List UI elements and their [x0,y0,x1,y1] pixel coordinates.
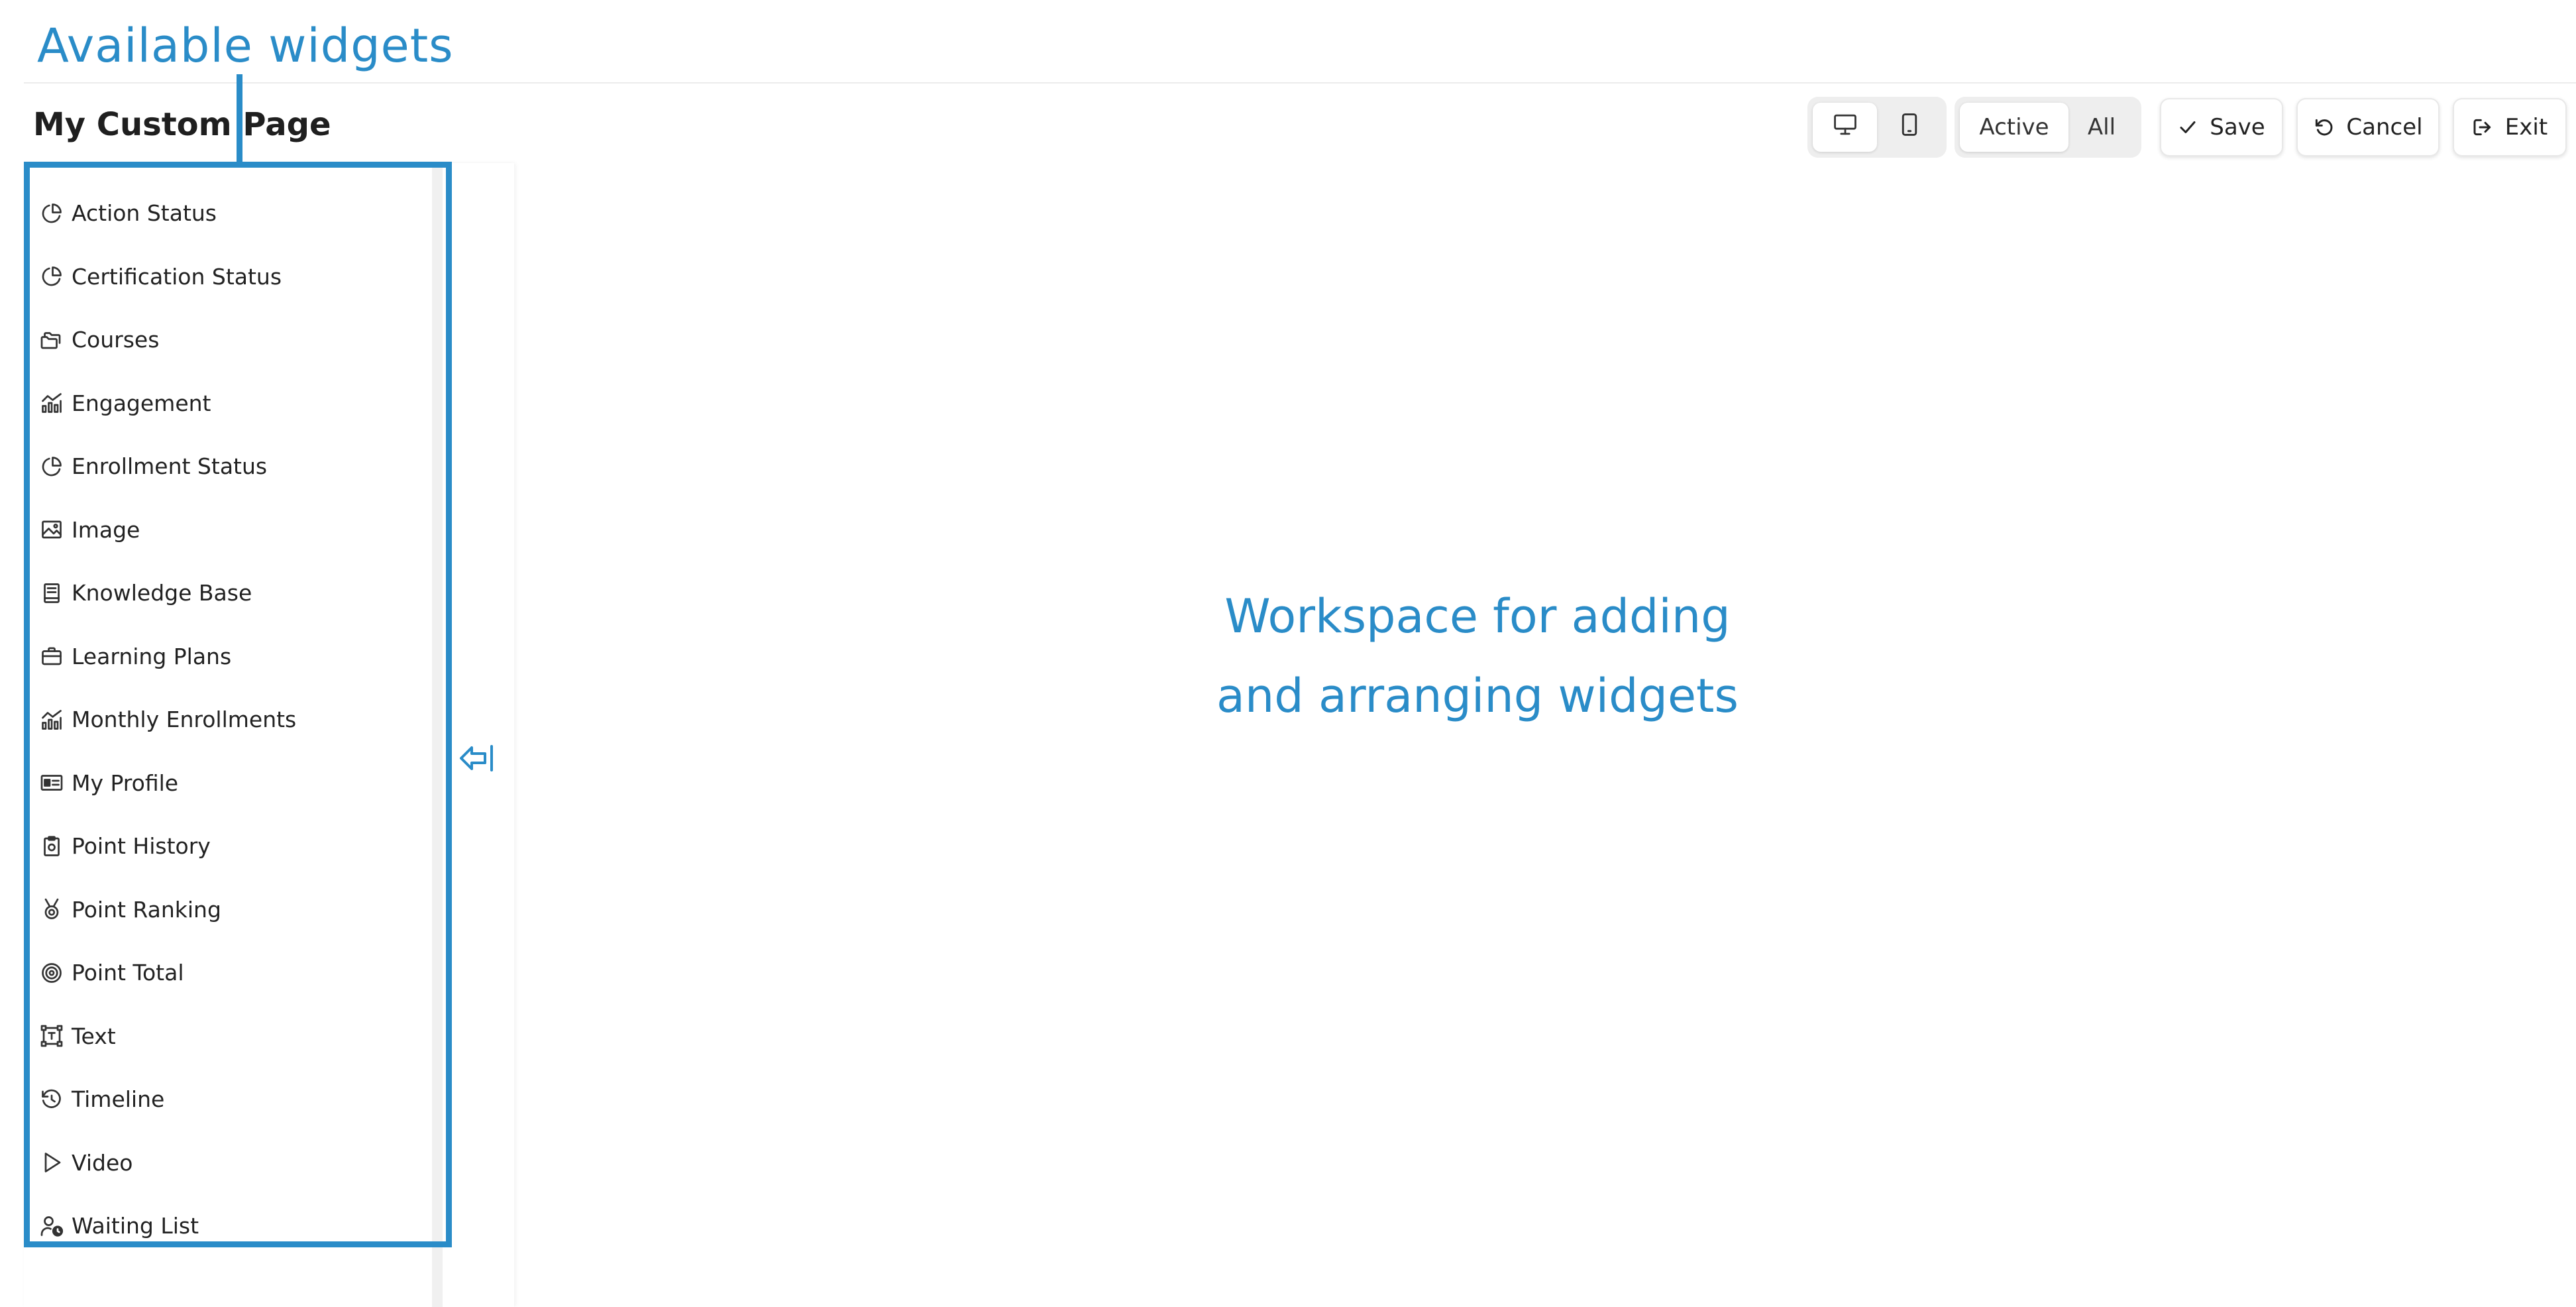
mobile-icon [1901,113,1918,142]
view-mode-toggle [1807,97,1947,158]
check-icon [2180,121,2196,133]
desktop-icon [1833,113,1858,142]
widget-filter-toggle: Active All [1955,97,2141,158]
workspace-annotation-line-1: Workspace for adding [1224,589,1731,644]
available-widgets-highlight-frame [24,162,452,1247]
workspace-annotation-line-2: and arranging widgets [1216,669,1739,723]
collapse-arrow-icon [460,745,493,771]
cancel-button[interactable]: Cancel [2296,98,2440,156]
exit-button[interactable]: Exit [2453,98,2567,156]
desktop-view-button[interactable] [1813,103,1877,152]
exit-label: Exit [2504,114,2548,141]
workspace-annotation: Workspace for adding and arranging widge… [1126,577,1829,736]
editor-toolbar: Active All Save Cancel Exit [1807,97,2567,158]
mobile-view-button[interactable] [1877,103,1941,152]
header-divider [24,82,2576,84]
filter-all-button[interactable]: All [2068,103,2135,152]
page-title: My Custom Page [33,106,331,143]
cancel-label: Cancel [2346,114,2423,141]
exit-icon [2473,119,2491,136]
filter-active-button[interactable]: Active [1960,103,2068,152]
save-button[interactable]: Save [2160,98,2283,156]
undo-icon [2316,119,2333,136]
save-label: Save [2210,114,2265,141]
available-widgets-annotation: Available widgets [37,19,454,73]
collapse-sidebar-button[interactable] [457,740,497,777]
